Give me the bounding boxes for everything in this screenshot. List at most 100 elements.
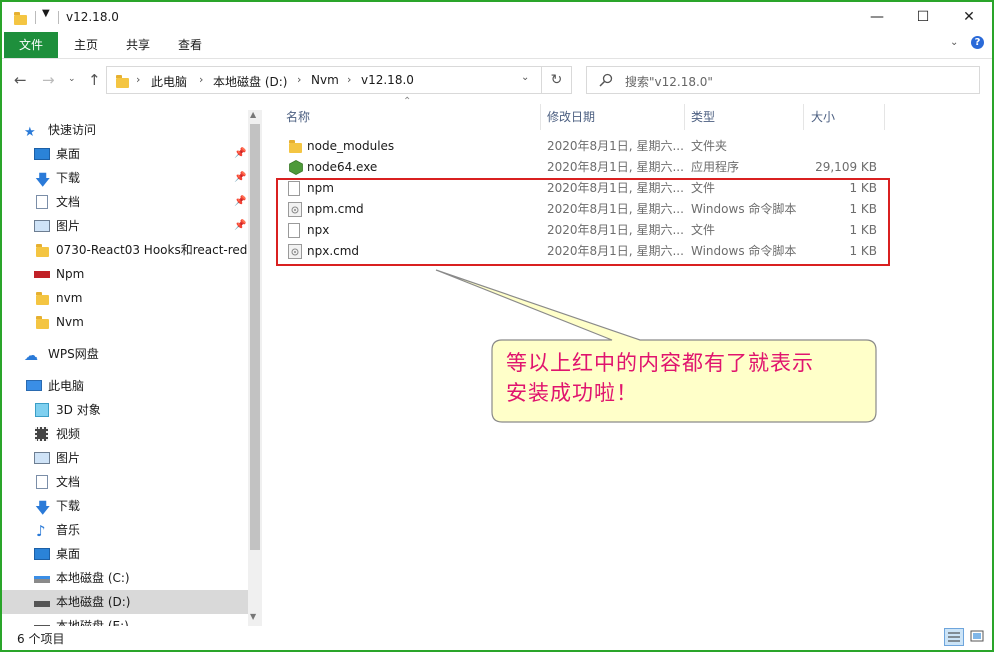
npm-icon	[34, 271, 50, 278]
download-icon: 🡇	[35, 499, 51, 517]
annotation-highlight-box	[276, 178, 890, 266]
refresh-button[interactable]: ↻	[542, 66, 572, 94]
column-divider[interactable]	[540, 104, 541, 130]
column-header-size[interactable]: 大小	[811, 104, 835, 130]
sidebar-item-label: 本地磁盘 (C:)	[56, 571, 130, 585]
sidebar-item-nvm-lower[interactable]: nvm	[2, 286, 248, 310]
sidebar-item-this-pc[interactable]: 此电脑	[2, 374, 248, 398]
scroll-up-icon[interactable]: ▲	[250, 110, 256, 119]
sidebar-item-label: 下载	[56, 499, 81, 513]
title-separator	[35, 11, 36, 24]
sidebar-item-music[interactable]: ♪ 音乐	[2, 518, 248, 542]
sidebar-item-npm[interactable]: Npm	[2, 262, 248, 286]
ribbon-tabs: 文件 主页 共享 查看 ⌄ ?	[2, 32, 992, 59]
sidebar-item-quick-access[interactable]: ★ 快速访问	[2, 118, 248, 142]
column-header-name[interactable]: 名称	[286, 104, 310, 130]
recent-locations-icon[interactable]: ⌄	[68, 74, 76, 84]
address-dropdown-icon[interactable]: ⌄	[521, 72, 529, 83]
close-button[interactable]: ✕	[946, 2, 992, 32]
details-view-icon[interactable]	[944, 628, 964, 646]
title-separator	[58, 11, 59, 24]
file-row-node64-exe[interactable]: node64.exe 2020年8月1日, 星期六... 应用程序 29,109…	[282, 157, 882, 178]
up-arrow-icon[interactable]: ↑	[88, 71, 101, 89]
sidebar-item-wps-cloud[interactable]: ☁ WPS网盘	[2, 342, 248, 366]
sidebar-item-drive-c[interactable]: 本地磁盘 (C:)	[2, 566, 248, 590]
column-header-date[interactable]: 修改日期	[547, 104, 595, 130]
sidebar-item-label: 快速访问	[48, 123, 97, 137]
sidebar-item-label: 图片	[56, 451, 81, 465]
computer-icon	[26, 380, 42, 391]
column-divider[interactable]	[803, 104, 804, 130]
back-arrow-icon[interactable]: ←	[14, 71, 27, 89]
pin-icon[interactable]: 📌	[234, 214, 246, 238]
download-icon: 🡇	[35, 171, 51, 189]
help-icon[interactable]: ?	[971, 36, 984, 49]
pin-icon[interactable]: 📌	[234, 166, 246, 190]
pin-icon[interactable]: 📌	[234, 190, 246, 214]
pin-icon[interactable]: 📌	[234, 142, 246, 166]
sidebar-item-videos[interactable]: 视频	[2, 422, 248, 446]
picture-icon	[34, 452, 50, 464]
video-icon	[35, 427, 48, 441]
maximize-button[interactable]: ☐	[900, 2, 946, 32]
sidebar-item-react-folder[interactable]: 0730-React03 Hooks和react-redux	[2, 238, 248, 262]
tab-home[interactable]: 主页	[64, 32, 108, 58]
sidebar-item-pictures[interactable]: 图片 📌	[2, 214, 248, 238]
search-input[interactable]: 搜索"v12.18.0"	[625, 73, 713, 90]
breadcrumb-this-pc[interactable]: 此电脑	[151, 73, 187, 90]
window-title: v12.18.0	[66, 10, 119, 24]
quick-access-dropdown-icon[interactable]: ▼	[42, 8, 50, 19]
sidebar-item-downloads[interactable]: 🡇 下载 📌	[2, 166, 248, 190]
minimize-button[interactable]: —	[854, 2, 900, 32]
large-icons-view-icon[interactable]	[968, 628, 988, 646]
drive-icon	[34, 601, 50, 607]
sidebar-item-label: WPS网盘	[48, 347, 99, 361]
sidebar-item-3d-objects[interactable]: 3D 对象	[2, 398, 248, 422]
cloud-icon: ☁	[24, 348, 38, 364]
sidebar-item-drive-e[interactable]: 本地磁盘 (E:)	[2, 614, 248, 626]
status-bar: 6 个项目	[2, 626, 992, 648]
ribbon-expand-icon[interactable]: ⌄	[950, 37, 958, 48]
breadcrumb-drive-d[interactable]: 本地磁盘 (D:)	[213, 73, 287, 90]
sidebar-item-nvm[interactable]: Nvm	[2, 310, 248, 334]
tab-view[interactable]: 查看	[168, 32, 212, 58]
sidebar-item-pictures-pc[interactable]: 图片	[2, 446, 248, 470]
sidebar-item-desktop-pc[interactable]: 桌面	[2, 542, 248, 566]
folder-icon	[36, 244, 49, 257]
forward-arrow-icon[interactable]: →	[42, 71, 55, 89]
column-divider[interactable]	[684, 104, 685, 130]
address-bar[interactable]: › 此电脑 › 本地磁盘 (D:) › Nvm › v12.18.0 ⌄	[106, 66, 542, 94]
search-box[interactable]: 搜索"v12.18.0"	[586, 66, 980, 94]
sidebar-item-label: 文档	[56, 475, 81, 489]
sidebar-item-label: Nvm	[56, 315, 84, 329]
star-icon: ★	[24, 125, 36, 140]
tab-file[interactable]: 文件	[4, 32, 58, 58]
file-type: 文件夹	[691, 139, 728, 153]
folder-icon	[289, 140, 302, 153]
column-header-type[interactable]: 类型	[691, 104, 715, 130]
chevron-right-icon[interactable]: ›	[136, 73, 140, 86]
chevron-right-icon[interactable]: ›	[347, 73, 351, 86]
breadcrumb-nvm[interactable]: Nvm	[311, 73, 339, 87]
file-row-node-modules[interactable]: node_modules 2020年8月1日, 星期六... 文件夹	[282, 136, 882, 157]
navigation-pane: ★ 快速访问 桌面 📌 🡇 下载 📌 文档 📌 图片 📌 0730-React0…	[2, 110, 264, 626]
sidebar-item-documents[interactable]: 文档 📌	[2, 190, 248, 214]
sidebar-item-desktop[interactable]: 桌面 📌	[2, 142, 248, 166]
folder-icon	[14, 12, 27, 25]
sidebar-item-downloads-pc[interactable]: 🡇 下载	[2, 494, 248, 518]
sidebar-item-documents-pc[interactable]: 文档	[2, 470, 248, 494]
breadcrumb-version[interactable]: v12.18.0	[361, 73, 414, 87]
chevron-right-icon[interactable]: ›	[297, 73, 301, 86]
sidebar-item-label: 3D 对象	[56, 403, 101, 417]
desktop-icon	[34, 548, 50, 560]
scroll-down-icon[interactable]: ▼	[250, 612, 256, 621]
sidebar-scroll-thumb[interactable]	[250, 124, 260, 550]
sidebar-item-label: nvm	[56, 291, 83, 305]
file-type: 应用程序	[691, 160, 740, 174]
sidebar-item-label: 图片	[56, 219, 81, 233]
column-divider[interactable]	[884, 104, 885, 130]
sort-ascending-icon: ⌃	[403, 96, 412, 107]
chevron-right-icon[interactable]: ›	[199, 73, 203, 86]
sidebar-item-drive-d[interactable]: 本地磁盘 (D:)	[2, 590, 248, 614]
tab-share[interactable]: 共享	[116, 32, 160, 58]
